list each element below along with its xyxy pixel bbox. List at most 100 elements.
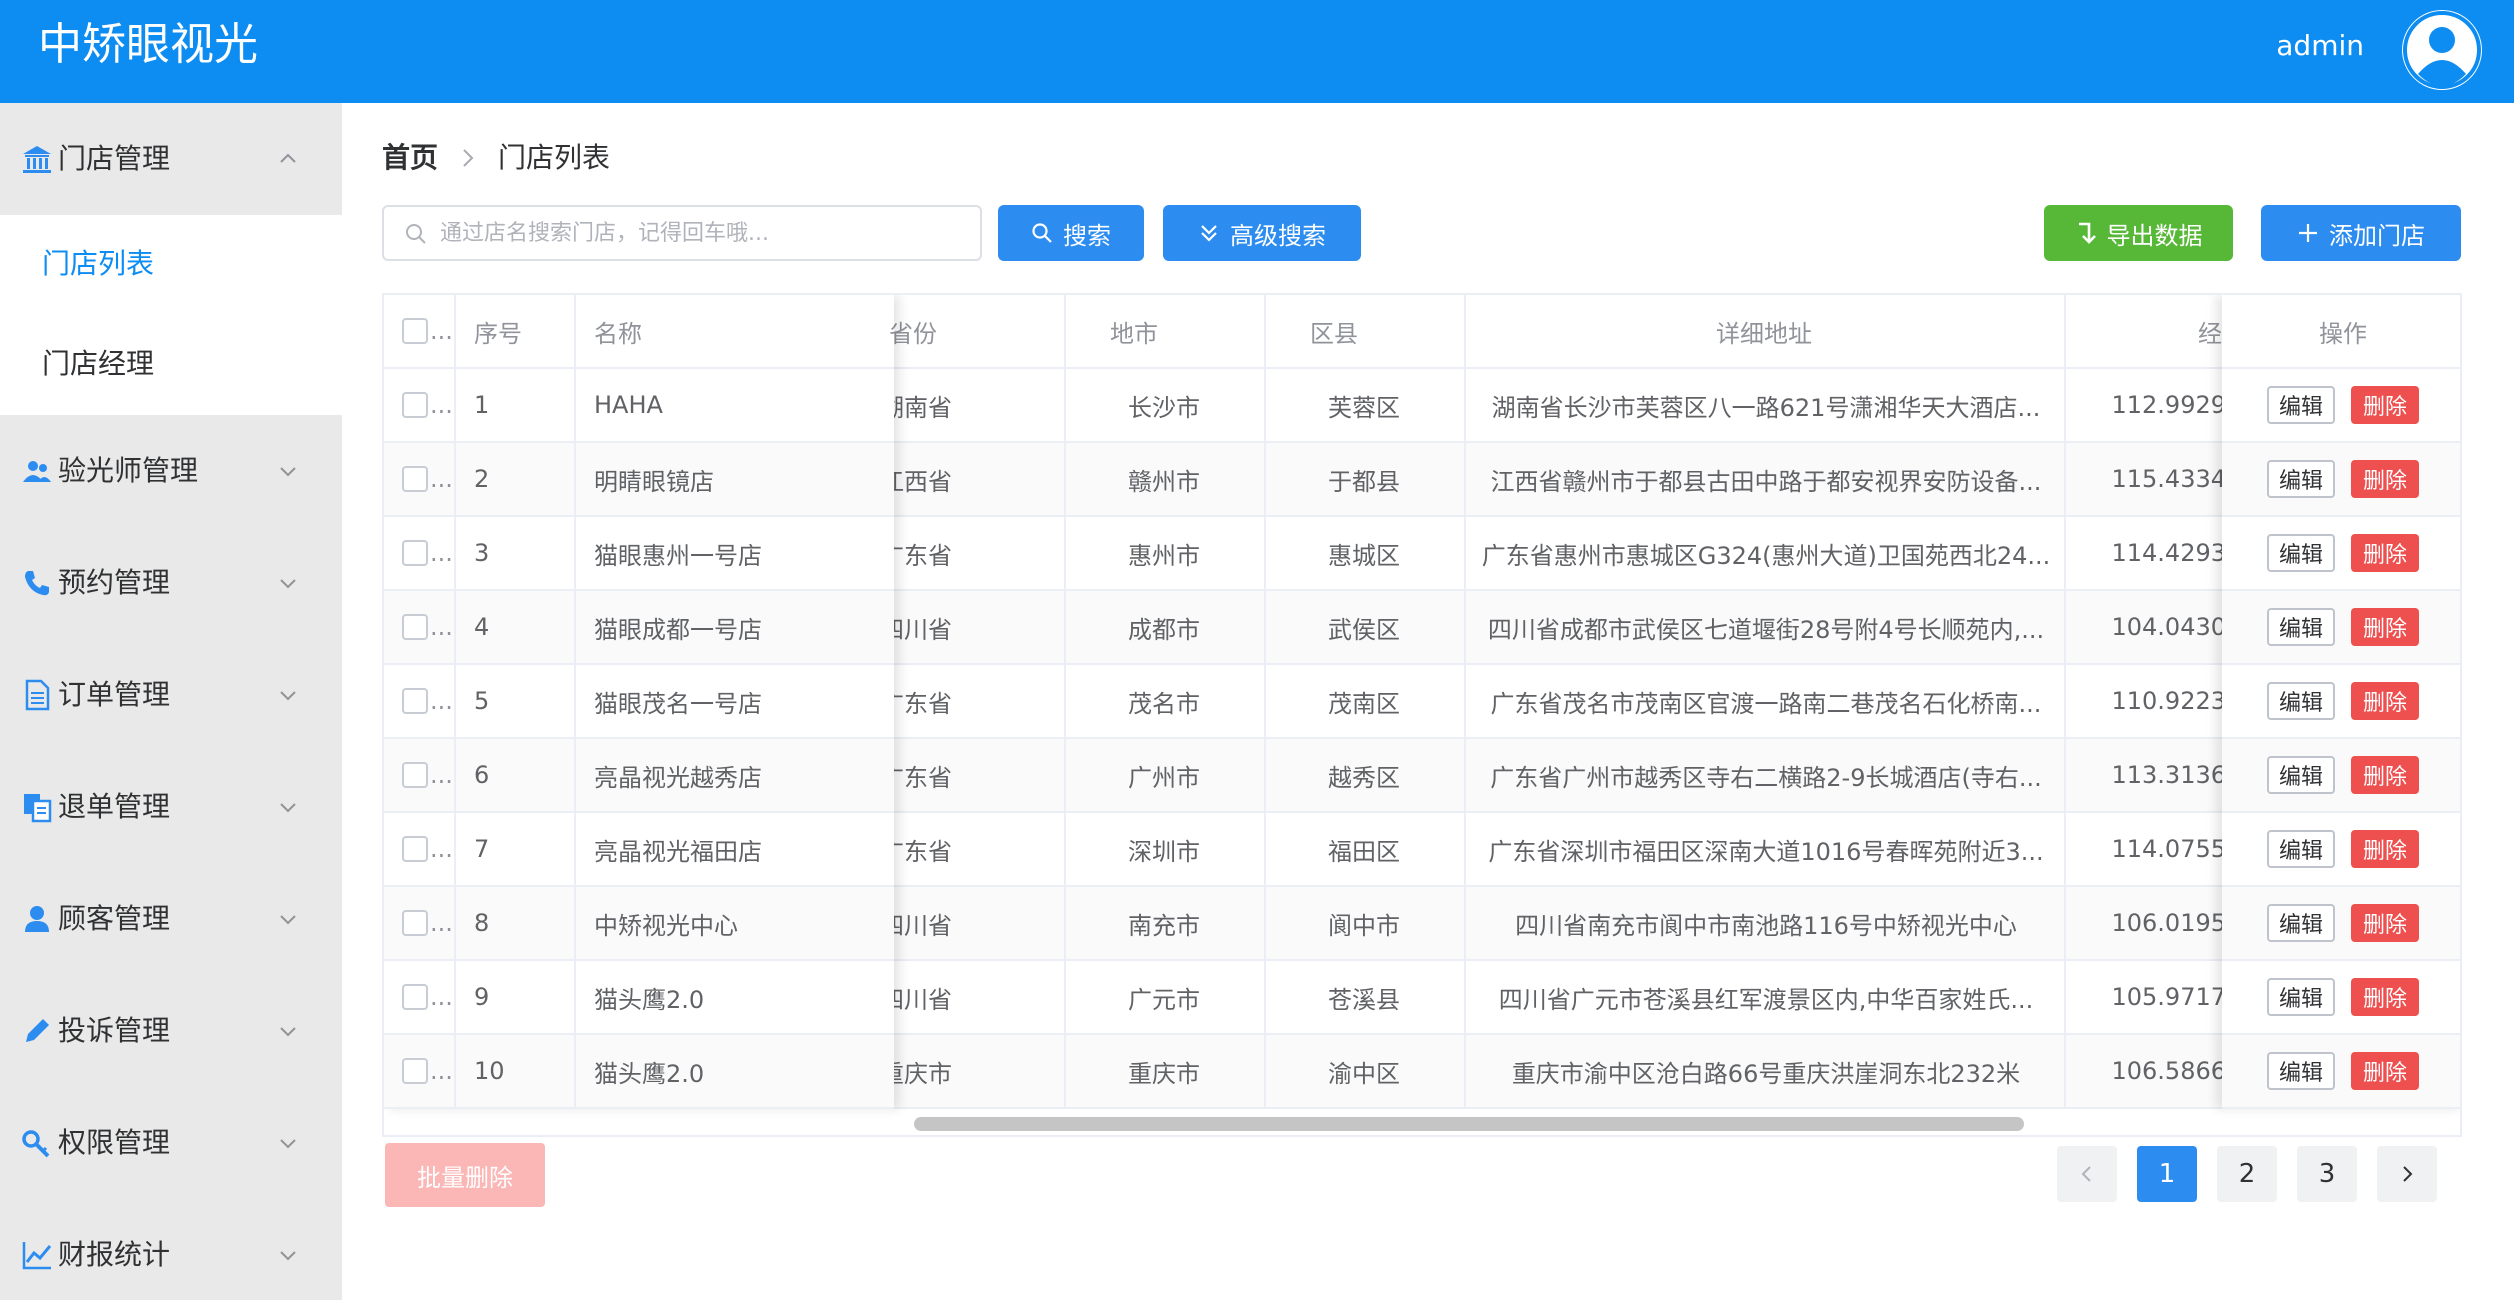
row-checkbox[interactable] [402, 984, 428, 1010]
double-chevron-down-icon [1201, 225, 1217, 242]
sidebar-item-store-list[interactable]: 门店列表 [42, 247, 154, 281]
edit-button[interactable]: 编辑 [2267, 756, 2335, 794]
edit-button[interactable]: 编辑 [2267, 608, 2335, 646]
delete-button[interactable]: 删除 [2351, 386, 2419, 424]
next-page-button[interactable] [2377, 1146, 2437, 1202]
delete-button[interactable]: 删除 [2351, 978, 2419, 1016]
row-checkbox[interactable] [402, 614, 428, 640]
export-button[interactable]: 导出数据 [2044, 205, 2233, 261]
copy-icon [24, 794, 52, 823]
row-checkbox[interactable] [402, 762, 428, 788]
table-row: ... 3 猫眼惠州一号店 广东省 惠州市 惠城区 广东省惠州市惠城区G324(… [384, 517, 2460, 591]
search-icon [1032, 223, 1052, 243]
advanced-search-button[interactable]: 高级搜索 [1163, 205, 1361, 261]
cell-longitude: 105.9717 [2111, 983, 2222, 1011]
select-all-checkbox[interactable] [402, 318, 428, 344]
chevron-down-icon [280, 1251, 296, 1261]
sidebar-item-store-manager[interactable]: 门店经理 [42, 347, 154, 381]
cell-city: 深圳市 [1128, 837, 1200, 866]
header-district: 区县 [1310, 319, 1358, 348]
row-select: ... [402, 1035, 454, 1107]
username[interactable]: admin [2276, 26, 2364, 66]
table-row: ... 8 中矫视光中心 四川省 南充市 阆中市 四川省南充市阆中市南池路116… [384, 887, 2460, 961]
edit-button[interactable]: 编辑 [2267, 386, 2335, 424]
page-3-button[interactable]: 3 [2297, 1146, 2357, 1202]
horizontal-scrollbar[interactable] [914, 1117, 2024, 1131]
pencil-icon [26, 1019, 49, 1042]
delete-button[interactable]: 删除 [2351, 460, 2419, 498]
sidebar-group-appointment[interactable]: 预约管理 [0, 527, 342, 639]
prev-page-button[interactable] [2057, 1146, 2117, 1202]
avatar-icon[interactable] [2402, 10, 2482, 90]
search-button[interactable]: 搜索 [998, 205, 1144, 261]
cell-index: 8 [474, 909, 490, 937]
search-input[interactable] [440, 215, 960, 251]
row-checkbox[interactable] [402, 688, 428, 714]
top-header: 中矫眼视光 admin [0, 0, 2514, 103]
breadcrumb-home[interactable]: 首页 [382, 140, 438, 176]
batch-delete-button[interactable]: 批量删除 [385, 1143, 545, 1207]
cell-address: 广东省茂名市茂南区官渡一路南二巷茂名石化桥南... [1490, 689, 2042, 718]
cell-longitude: 114.0755 [2111, 835, 2222, 863]
sidebar-group-permission[interactable]: 权限管理 [0, 1087, 342, 1199]
cell-address: 广东省惠州市惠城区G324(惠州大道)卫国苑西北24... [1481, 541, 2051, 570]
cell-longitude-clip: 105.9717 [2074, 961, 2222, 1033]
cell-province: 广东省 [894, 541, 952, 570]
cell-district: 惠城区 [1328, 541, 1400, 570]
add-store-button[interactable]: 添加门店 [2261, 205, 2461, 261]
row-select: ... [402, 665, 454, 737]
edit-button[interactable]: 编辑 [2267, 460, 2335, 498]
sidebar-group-store[interactable]: 门店管理 [0, 103, 342, 215]
row-checkbox[interactable] [402, 910, 428, 936]
sidebar-group-optometrist[interactable]: 验光师管理 [0, 415, 342, 527]
user-group-icon [23, 461, 51, 482]
cell-district: 武侯区 [1328, 615, 1400, 644]
delete-button[interactable]: 删除 [2351, 682, 2419, 720]
delete-button[interactable]: 删除 [2351, 830, 2419, 868]
cell-address: 江西省赣州市于都县古田中路于都安视界安防设备... [1490, 467, 2042, 496]
sidebar-group-customer[interactable]: 顾客管理 [0, 863, 342, 975]
row-select: ... [402, 591, 454, 663]
cell-province: 四川省 [894, 615, 952, 644]
phone-icon [25, 571, 49, 596]
sidebar-group-finance[interactable]: 财报统计 [0, 1199, 342, 1311]
cell-city: 南充市 [1128, 911, 1200, 940]
edit-button[interactable]: 编辑 [2267, 904, 2335, 942]
row-select-label: ... [430, 909, 453, 937]
edit-button[interactable]: 编辑 [2267, 1052, 2335, 1090]
row-checkbox[interactable] [402, 540, 428, 566]
sidebar-group-refund[interactable]: 退单管理 [0, 751, 342, 863]
row-select: ... [402, 961, 454, 1033]
row-checkbox[interactable] [402, 466, 428, 492]
cell-longitude-clip: 115.4334 [2074, 443, 2222, 515]
row-checkbox[interactable] [402, 836, 428, 862]
cell-longitude: 113.3136 [2111, 761, 2222, 789]
edit-button[interactable]: 编辑 [2267, 682, 2335, 720]
page-2-button[interactable]: 2 [2217, 1146, 2277, 1202]
header-name: 名称 [594, 319, 642, 348]
breadcrumb-current: 门店列表 [498, 141, 611, 174]
sidebar-group-complaint[interactable]: 投诉管理 [0, 975, 342, 1087]
search-box [382, 205, 982, 261]
edit-button[interactable]: 编辑 [2267, 978, 2335, 1016]
row-checkbox[interactable] [402, 392, 428, 418]
delete-button[interactable]: 删除 [2351, 904, 2419, 942]
cell-province-clip: 广东省 [894, 665, 1064, 737]
edit-button[interactable]: 编辑 [2267, 830, 2335, 868]
cell-actions: 编辑 删除 [2222, 813, 2460, 885]
row-checkbox[interactable] [402, 1058, 428, 1084]
cell-name: 猫眼成都一号店 [594, 615, 762, 644]
cell-name: 猫头鹰2.0 [594, 1059, 705, 1088]
cell-longitude-clip: 104.0430 [2074, 591, 2222, 663]
header-longitude: 经 [2198, 319, 2222, 348]
edit-button[interactable]: 编辑 [2267, 534, 2335, 572]
cell-address: 四川省南充市阆中市南池路116号中矫视光中心 [1515, 911, 2017, 940]
delete-button[interactable]: 删除 [2351, 534, 2419, 572]
sidebar-group-order[interactable]: 订单管理 [0, 639, 342, 751]
cell-longitude: 106.5866 [2111, 1057, 2222, 1085]
delete-button[interactable]: 删除 [2351, 756, 2419, 794]
delete-button[interactable]: 删除 [2351, 608, 2419, 646]
table-header-row: ... 序号 名称 省份 地市 区县 详细地址 经 操作 [384, 295, 2460, 369]
delete-button[interactable]: 删除 [2351, 1052, 2419, 1090]
page-1-button[interactable]: 1 [2137, 1146, 2197, 1202]
